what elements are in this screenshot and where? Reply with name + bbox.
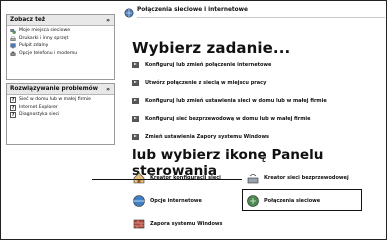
- help-icon: ?: [10, 104, 16, 111]
- main-content: Połączenia sieciowe i internetowe Wybier…: [118, 1, 386, 239]
- sidebar-item-network-places[interactable]: Moje miejsca sieciowe: [10, 28, 111, 34]
- troubleshoot-title: Rozwiązywanie problemów: [10, 86, 98, 92]
- callout-pointer-line: [92, 179, 242, 181]
- troubleshoot-header[interactable]: Rozwiązywanie problemów »: [7, 84, 114, 95]
- task-list: Konfiguruj lub zmień połączenie internet…: [132, 60, 382, 151]
- task-label: Konfiguruj sieć bezprzewodową w domu lub…: [145, 116, 311, 123]
- task-firewall-settings[interactable]: Zmień ustawienia Zapory systemu Windows: [132, 133, 382, 142]
- troubleshoot-box: Rozwiązywanie problemów » ? Sieć w domu …: [6, 83, 115, 145]
- sidebar-item-ie-help[interactable]: ? Internet Explorer: [10, 104, 111, 111]
- printer-icon: [10, 36, 16, 41]
- cp-wireless-wizard[interactable]: Kreator sieci bezprzewodowej: [246, 171, 349, 185]
- network-connections-icon: [247, 195, 259, 207]
- task-label: Zmień ustawienia Zapory systemu Windows: [145, 134, 270, 141]
- help-icon: ?: [10, 97, 16, 103]
- cp-item-label: Połączenia sieciowe: [264, 198, 321, 204]
- see-also-box: Zobacz też » Moje miejsca sieciowe Druka…: [6, 14, 115, 80]
- help-icon: ?: [10, 112, 16, 119]
- network-wizard-icon: [133, 172, 145, 184]
- task-label: Utwórz połączenie z siecią w miejscu pra…: [145, 79, 267, 86]
- sidebar-item-label: Opcje telefonu i modemu: [19, 50, 78, 56]
- task-setup-internet[interactable]: Konfiguruj lub zmień połączenie internet…: [132, 60, 382, 69]
- collapse-chevron-icon[interactable]: »: [106, 84, 110, 95]
- cp-internet-options[interactable]: Opcje internetowe: [132, 194, 202, 208]
- cp-network-connections[interactable]: Połączenia sieciowe: [246, 194, 320, 208]
- collapse-chevron-icon[interactable]: »: [106, 15, 110, 26]
- sidebar-item-phone-modem[interactable]: Opcje telefonu i modemu: [10, 51, 111, 57]
- task-label: Konfiguruj lub zmień połączenie internet…: [145, 61, 272, 68]
- cp-item-label: Opcje internetowe: [150, 198, 202, 204]
- task-workplace-connection[interactable]: Utwórz połączenie z siecią w miejscu pra…: [132, 78, 382, 87]
- firewall-icon: [133, 219, 145, 229]
- network-connections-category-icon: [124, 8, 134, 18]
- task-pane: Zobacz też » Moje miejsca sieciowe Druka…: [1, 1, 118, 239]
- wireless-wizard-icon: [247, 174, 259, 184]
- sidebar-item-network-diagnostics[interactable]: ? Diagnostyka sieci: [10, 112, 111, 119]
- see-also-title: Zobacz też: [10, 17, 46, 23]
- tasks-heading: Wybierz zadanie...: [132, 39, 291, 57]
- network-places-icon: [10, 29, 16, 34]
- task-label: Konfiguruj lub zmień ustawienia sieci w …: [145, 97, 327, 104]
- sidebar-item-remote-desktop[interactable]: Pulpit zdalny: [10, 43, 111, 49]
- sidebar-item-label: Diagnostyka sieci: [19, 112, 60, 118]
- cp-network-wizard[interactable]: Kreator konfiguracji sieci: [132, 171, 221, 185]
- phone-modem-icon: [10, 51, 16, 56]
- sidebar-item-label: Drukarki i inny sprzęt: [19, 35, 69, 41]
- arrow-right-icon: [132, 116, 139, 123]
- cp-windows-firewall[interactable]: Zapora systemu Windows: [132, 217, 223, 231]
- remote-desktop-icon: [10, 43, 16, 49]
- internet-options-icon: [133, 195, 145, 207]
- sidebar-item-label: Internet Explorer: [19, 104, 58, 110]
- category-title: Połączenia sieciowe i internetowe: [137, 7, 248, 13]
- sidebar-item-printers[interactable]: Drukarki i inny sprzęt: [10, 36, 111, 42]
- header-divider: [137, 17, 385, 18]
- task-home-network[interactable]: Konfiguruj lub zmień ustawienia sieci w …: [132, 96, 382, 105]
- cp-item-label: Zapora systemu Windows: [150, 221, 223, 227]
- sidebar-item-label: Moje miejsca sieciowe: [19, 28, 71, 33]
- arrow-right-icon: [132, 61, 139, 68]
- see-also-header[interactable]: Zobacz też »: [7, 15, 114, 26]
- arrow-right-icon: [132, 134, 139, 141]
- arrow-right-icon: [132, 97, 139, 104]
- sidebar-item-label: Sieć w domu lub w małej firmie: [19, 97, 92, 102]
- sidebar-item-home-network-help[interactable]: ? Sieć w domu lub w małej firmie: [10, 97, 111, 103]
- sidebar-item-label: Pulpit zdalny: [19, 43, 49, 49]
- cp-item-label: Kreator sieci bezprzewodowej: [264, 175, 349, 181]
- arrow-right-icon: [132, 79, 139, 86]
- task-wireless-network[interactable]: Konfiguruj sieć bezprzewodową w domu lub…: [132, 115, 382, 124]
